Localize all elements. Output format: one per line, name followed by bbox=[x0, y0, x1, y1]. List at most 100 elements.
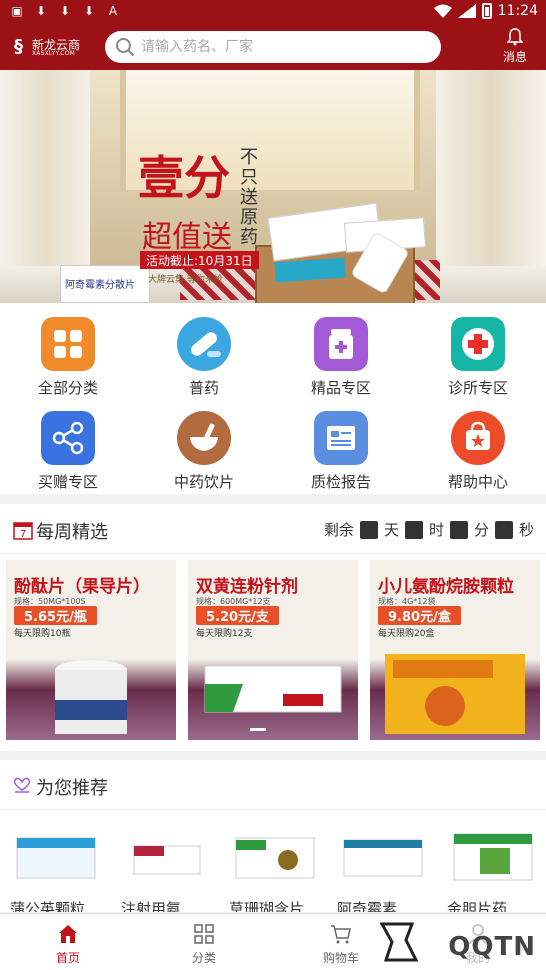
banner-subline: 超值送 bbox=[142, 220, 232, 255]
category-grid: 全部分类 普药 精品专区 诊所专区 买赠专区 中药饮片 质检报告 帮助中心 bbox=[0, 303, 546, 494]
search-input[interactable] bbox=[141, 35, 421, 59]
product-image bbox=[133, 845, 201, 875]
mortar-icon bbox=[177, 411, 231, 465]
recommend-item[interactable]: 注射用氨 bbox=[117, 818, 217, 912]
weekly-pagination bbox=[250, 728, 266, 731]
product-name: 草珊瑚含片 bbox=[229, 900, 305, 912]
product-name: 酚酞片（果导片） bbox=[14, 577, 150, 597]
countdown-minutes bbox=[449, 520, 468, 539]
product-name: 双黄连粉针剂 bbox=[196, 577, 298, 597]
tab-home[interactable]: 首页 bbox=[0, 914, 136, 970]
category-help[interactable]: 帮助中心 bbox=[410, 397, 546, 491]
weekly-header: 7 每周精选 剩余 天 时 分 秒 bbox=[0, 504, 546, 554]
category-label: 普药 bbox=[188, 379, 219, 397]
status-bar: ▣ ⬇ ⬇ ⬇ A 11:24 bbox=[0, 0, 546, 24]
category-clinic[interactable]: 诊所专区 bbox=[410, 303, 546, 397]
product-price: 9.80元/盒 bbox=[378, 606, 461, 625]
promo-banner[interactable]: 阿奇霉素分散片 壹分 超值送 不只送原药 活动截止:10月31日 大牌云集 等你… bbox=[0, 70, 546, 303]
banner-note: 大牌云集 等你来抢 bbox=[148, 275, 223, 285]
product-price: 5.20元/支 bbox=[196, 606, 279, 625]
download-icon: ⬇ bbox=[35, 4, 47, 18]
calendar-icon: 7 bbox=[13, 522, 33, 540]
banner-product-label: 阿奇霉素分散片 bbox=[65, 280, 135, 291]
product-image bbox=[55, 660, 127, 734]
help-bag-icon bbox=[451, 411, 505, 465]
bell-icon bbox=[507, 28, 523, 46]
weekly-title: 每周精选 bbox=[36, 522, 108, 543]
heart-hand-icon bbox=[13, 777, 31, 793]
tab-label: 首页 bbox=[55, 951, 80, 965]
recommend-section: 为您推荐 蒲公英颗粒 注射用氨 草珊瑚含片 阿奇霉素 金胆片药 bbox=[0, 760, 546, 912]
product-name: 蒲公英颗粒 bbox=[10, 900, 86, 912]
recommend-item[interactable]: 草珊瑚含片 bbox=[225, 818, 325, 912]
product-image bbox=[16, 837, 96, 879]
category-label: 帮助中心 bbox=[447, 473, 508, 491]
category-label: 中药饮片 bbox=[173, 473, 234, 491]
grid-icon bbox=[41, 317, 95, 371]
product-name: 小儿氨酚烷胺颗粒 bbox=[378, 577, 514, 597]
category-all[interactable]: 全部分类 bbox=[0, 303, 136, 397]
category-generic-drugs[interactable]: 普药 bbox=[136, 303, 272, 397]
countdown-prefix: 剩余 bbox=[323, 521, 354, 539]
app-header: § 新龙云商 XASXLYY.COM 消息 bbox=[0, 24, 546, 70]
tab-label: 分类 bbox=[191, 951, 216, 965]
category-label: 质检报告 bbox=[310, 473, 371, 491]
countdown-seconds bbox=[494, 520, 513, 539]
countdown-unit: 分 bbox=[473, 521, 489, 539]
watermark-text: QQTN bbox=[448, 932, 536, 962]
product-limit: 每天限购12支 bbox=[196, 629, 253, 639]
countdown-unit: 天 bbox=[383, 521, 399, 539]
product-image bbox=[385, 654, 525, 734]
search-bar[interactable] bbox=[105, 31, 441, 63]
app-logo[interactable]: § 新龙云商 XASXLYY.COM bbox=[14, 34, 80, 60]
product-limit: 每天限购10瓶 bbox=[14, 629, 71, 639]
category-label: 买赠专区 bbox=[37, 473, 98, 491]
report-icon bbox=[314, 411, 368, 465]
product-image bbox=[204, 665, 342, 713]
banner-deadline: 活动截止:10月31日 bbox=[140, 251, 259, 269]
medicine-bottle-icon bbox=[314, 317, 368, 371]
clock: 11:24 bbox=[497, 3, 538, 19]
product-limit: 每天限购20盒 bbox=[378, 629, 435, 639]
medical-cross-icon bbox=[451, 317, 505, 371]
banner-product-box: 阿奇霉素分散片 bbox=[60, 265, 150, 303]
recommend-item[interactable]: 蒲公英颗粒 bbox=[6, 818, 106, 912]
system-status: 11:24 bbox=[433, 3, 538, 19]
message-button[interactable]: 消息 bbox=[498, 28, 532, 66]
category-label: 诊所专区 bbox=[447, 379, 508, 397]
category-herbal[interactable]: 中药饮片 bbox=[136, 397, 272, 491]
countdown-hours bbox=[404, 520, 423, 539]
calendar-number: 7 bbox=[20, 529, 26, 540]
download-icon: ⬇ bbox=[59, 4, 71, 18]
wifi-icon bbox=[433, 4, 452, 18]
category-grid-icon bbox=[194, 924, 214, 944]
weekly-product-card[interactable]: 双黄连粉针剂 规格：600MG*12支 5.20元/支 每天限购12支 bbox=[188, 560, 358, 740]
message-label: 消息 bbox=[502, 50, 527, 64]
battery-icon bbox=[481, 3, 492, 19]
product-price: 5.65元/瓶 bbox=[14, 606, 97, 625]
countdown-days bbox=[359, 520, 378, 539]
recommend-title: 为您推荐 bbox=[36, 778, 108, 799]
search-icon bbox=[116, 38, 135, 57]
logo-mark-icon: § bbox=[14, 36, 23, 57]
category-label: 全部分类 bbox=[37, 379, 98, 397]
weekly-picks-section: 7 每周精选 剩余 天 时 分 秒 酚酞片（果导片） 规格：50MG*100S … bbox=[0, 504, 546, 751]
weekly-product-card[interactable]: 小儿氨酚烷胺颗粒 规格：4G*12袋 9.80元/盒 每天限购20盒 bbox=[370, 560, 540, 740]
recommend-item[interactable]: 金胆片药 bbox=[443, 818, 543, 912]
weekly-product-card[interactable]: 酚酞片（果导片） 规格：50MG*100S 5.65元/瓶 每天限购10瓶 bbox=[6, 560, 176, 740]
pill-icon bbox=[177, 317, 231, 371]
product-name: 阿奇霉素 bbox=[337, 900, 398, 912]
product-name: 金胆片药 bbox=[447, 900, 508, 912]
countdown-timer: 剩余 天 时 分 秒 bbox=[324, 519, 534, 540]
notification-icon: ▣ bbox=[11, 4, 23, 18]
category-qc-report[interactable]: 质检报告 bbox=[273, 397, 409, 491]
countdown-unit: 秒 bbox=[518, 521, 534, 539]
category-premium[interactable]: 精品专区 bbox=[273, 303, 409, 397]
logo-subtext: XASXLYY.COM bbox=[32, 50, 75, 57]
product-image bbox=[235, 837, 315, 879]
tab-category[interactable]: 分类 bbox=[136, 914, 272, 970]
countdown-unit: 时 bbox=[428, 521, 444, 539]
category-buy-gift[interactable]: 买赠专区 bbox=[0, 397, 136, 491]
recommend-item[interactable]: 阿奇霉素 bbox=[333, 818, 433, 912]
notification-icons: ▣ ⬇ ⬇ ⬇ A bbox=[10, 4, 120, 18]
